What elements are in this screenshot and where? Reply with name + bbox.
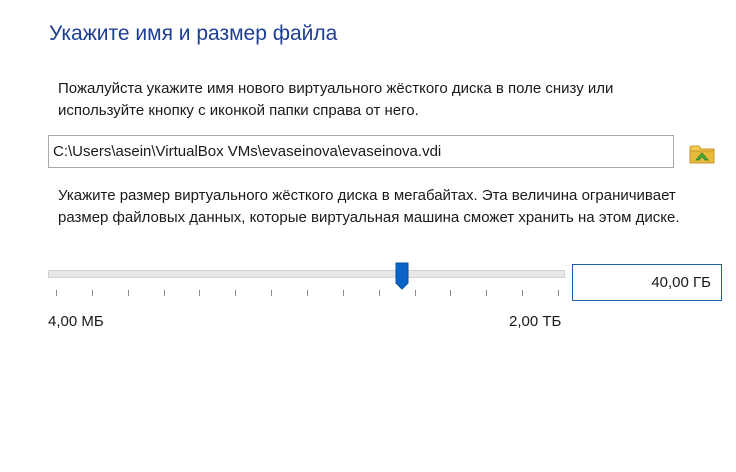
slider-tick bbox=[235, 290, 237, 296]
slider-tick bbox=[378, 290, 380, 296]
file-path-input[interactable] bbox=[48, 135, 674, 168]
slider-tick bbox=[91, 290, 93, 296]
disk-size-input[interactable] bbox=[572, 264, 722, 301]
page-title: Укажите имя и размер файла bbox=[49, 22, 338, 45]
slider-tick bbox=[486, 290, 488, 296]
slider-track bbox=[48, 270, 565, 278]
slider-min-label: 4,00 МБ bbox=[48, 313, 104, 330]
slider-thumb[interactable] bbox=[395, 262, 409, 290]
slider-tick bbox=[307, 290, 308, 296]
choose-file-location-button[interactable] bbox=[688, 139, 718, 167]
file-location-description: Пожалуйста укажите имя нового виртуально… bbox=[58, 80, 614, 119]
slider-tick bbox=[199, 290, 201, 296]
slider-tick bbox=[414, 290, 416, 296]
file-size-description: Укажите размер виртуального жёсткого дис… bbox=[58, 187, 680, 226]
slider-tick bbox=[56, 290, 57, 296]
slider-ticks bbox=[48, 290, 566, 298]
slider-tick bbox=[522, 290, 524, 296]
slider-tick bbox=[450, 290, 452, 296]
slider-tick bbox=[558, 290, 559, 296]
slider-tick bbox=[342, 290, 344, 296]
slider-tick bbox=[163, 290, 165, 296]
slider-max-label: 2,00 ТБ bbox=[509, 313, 562, 330]
virtual-disk-size-page: Укажите имя и размер файла Пожалуйста ук… bbox=[0, 0, 736, 472]
folder-browse-icon bbox=[689, 145, 715, 164]
slider-tick bbox=[271, 290, 273, 296]
slider-tick bbox=[127, 290, 129, 296]
disk-size-slider[interactable] bbox=[48, 262, 566, 302]
